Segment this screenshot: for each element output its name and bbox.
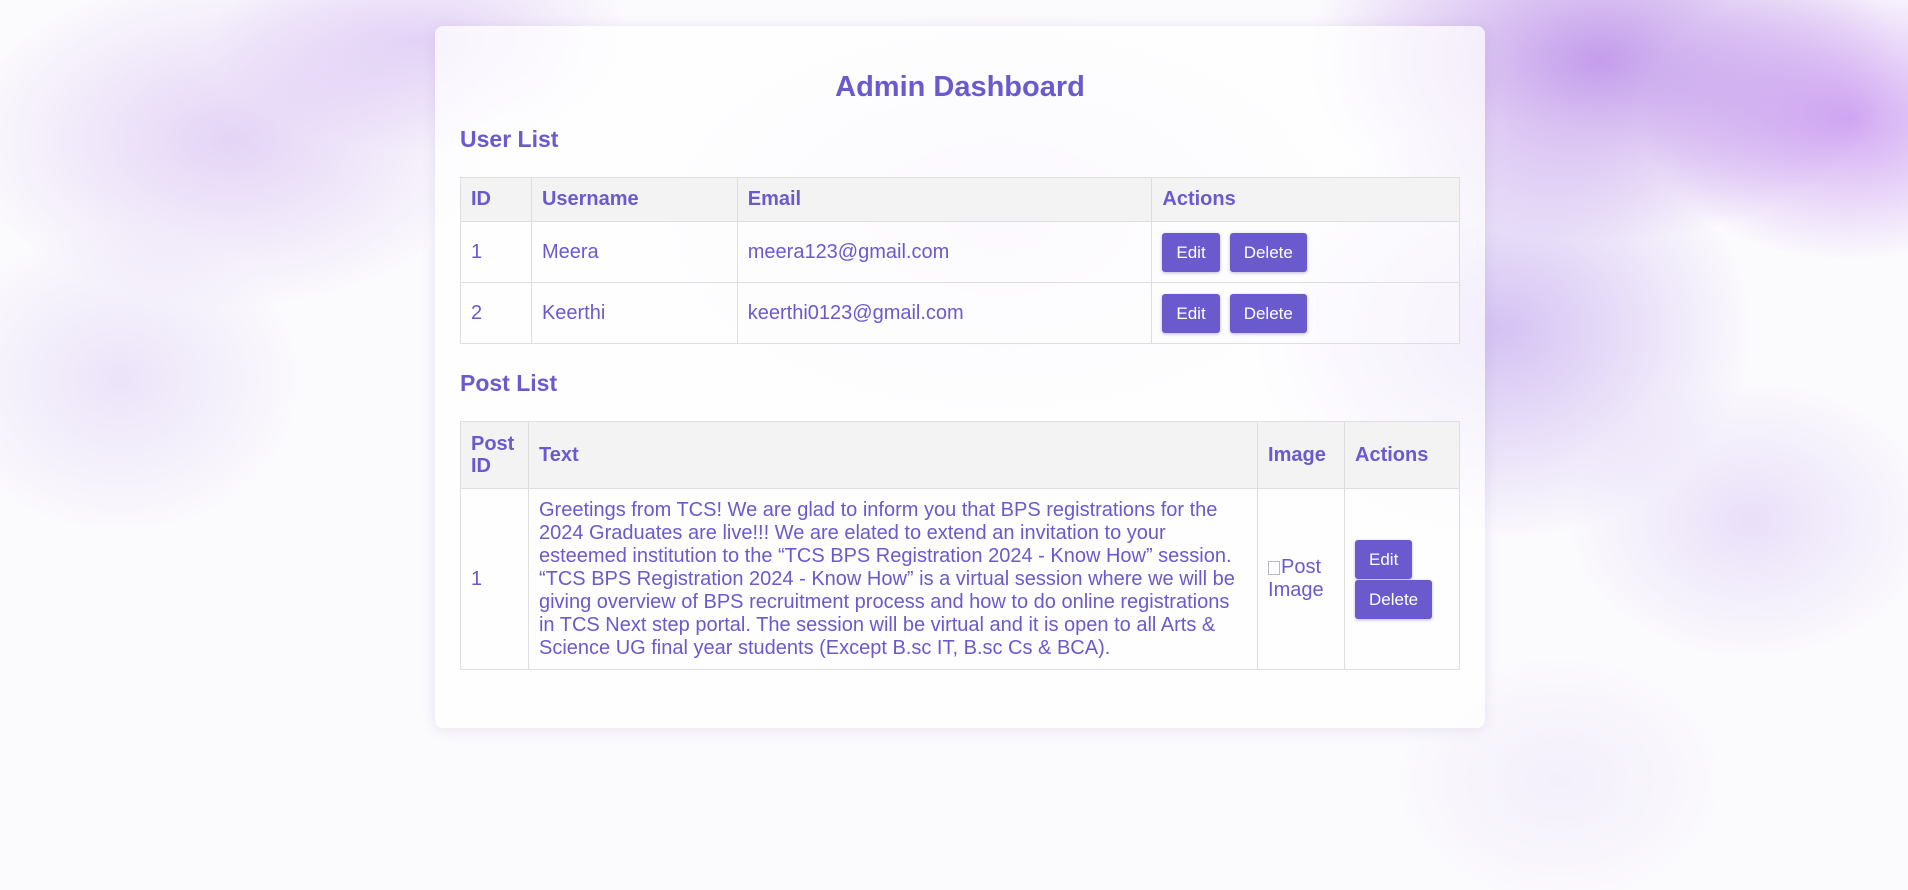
user-actions: Edit Delete (1151, 221, 1460, 283)
user-id: 1 (460, 221, 532, 283)
post-table-header-row: Post ID Text Image Actions (460, 421, 1460, 489)
delete-user-button[interactable]: Delete (1229, 232, 1307, 272)
post-action-stack: Edit Delete (1355, 539, 1449, 619)
user-table-header-row: ID Username Email Actions (460, 177, 1460, 222)
user-column-username: Username (530, 177, 738, 222)
edit-post-button[interactable]: Edit (1355, 539, 1413, 579)
post-table: Post ID Text Image Actions 1 Greetings f… (460, 421, 1460, 670)
broken-image-icon (1268, 561, 1281, 575)
edit-user-button[interactable]: Edit (1162, 293, 1220, 333)
user-table: ID Username Email Actions 1 Meera meera1… (460, 177, 1460, 344)
post-actions: Edit Delete (1344, 488, 1460, 670)
user-column-email: Email (736, 177, 1153, 222)
table-row: 1 Greetings from TCS! We are glad to inf… (460, 488, 1460, 670)
dashboard-card: Admin Dashboard User List ID Username Em… (435, 26, 1485, 728)
user-actions: Edit Delete (1151, 282, 1460, 344)
user-username: Keerthi (530, 282, 738, 344)
delete-user-button[interactable]: Delete (1229, 293, 1307, 333)
user-column-actions: Actions (1151, 177, 1460, 222)
user-list-title: User List (460, 126, 559, 152)
page-title: Admin Dashboard (835, 71, 1085, 103)
post-image-cell: Post Image (1257, 488, 1345, 670)
post-column-id: Post ID (460, 421, 529, 489)
user-email: keerthi0123@gmail.com (736, 282, 1153, 344)
post-text: Greetings from TCS! We are glad to infor… (527, 488, 1259, 670)
user-id: 2 (460, 282, 532, 344)
post-image: Post Image (1268, 556, 1334, 602)
post-column-actions: Actions (1344, 421, 1460, 489)
post-column-text: Text (527, 421, 1259, 489)
user-username: Meera (530, 221, 738, 283)
table-row: 2 Keerthi keerthi0123@gmail.com Edit Dele… (460, 282, 1460, 344)
user-email: meera123@gmail.com (736, 221, 1153, 283)
user-column-id: ID (460, 177, 532, 222)
post-list-title: Post List (460, 370, 558, 396)
post-id: 1 (460, 488, 529, 670)
table-row: 1 Meera meera123@gmail.com Edit Delete (460, 221, 1460, 283)
post-column-image: Image (1257, 421, 1345, 489)
delete-post-button[interactable]: Delete (1355, 579, 1433, 619)
edit-user-button[interactable]: Edit (1162, 232, 1220, 272)
